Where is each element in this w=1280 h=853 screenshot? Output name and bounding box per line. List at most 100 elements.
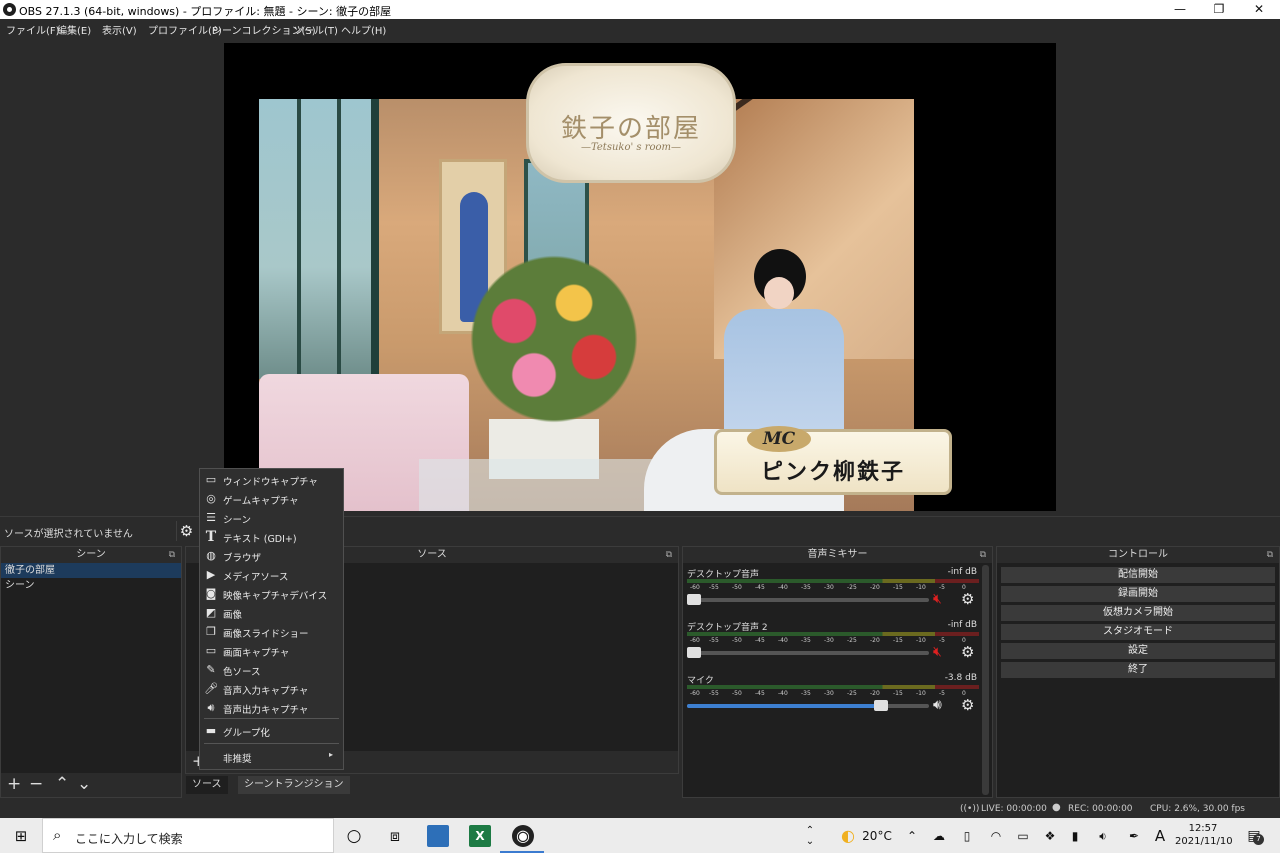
submenu-arrow-icon: ▸ — [328, 750, 333, 759]
battery-icon[interactable]: ▭ — [1014, 825, 1032, 847]
windows-start-icon[interactable]: ⊞ — [10, 825, 32, 847]
no-source-selected-text: ソースが選択されていません — [4, 529, 133, 540]
menu-item-audio-output[interactable]: 🔊︎ 音声出力キャプチャ — [200, 699, 343, 717]
device-icon[interactable]: ▯ — [958, 825, 976, 847]
source-properties-gear-icon[interactable]: ⚙ — [176, 521, 196, 541]
move-up-icon[interactable]: ⌃ — [55, 774, 69, 794]
volume-slider[interactable] — [687, 647, 929, 658]
volume-icon[interactable]: 🔉︎ — [1094, 825, 1112, 847]
undock-icon[interactable]: ⧉ — [169, 547, 175, 563]
notification-center-icon[interactable]: ▤7 — [1241, 825, 1267, 847]
volume-slider-handle[interactable] — [873, 700, 888, 711]
menu-item-game-capture[interactable]: ◎ ゲームキャプチャ — [200, 490, 343, 508]
menu-item-window-capture[interactable]: ▭ ウィンドウキャプチャ — [200, 471, 343, 489]
wifi-icon[interactable]: ◠ — [987, 825, 1005, 847]
meter-tick-label: -30 — [824, 584, 834, 591]
globe-icon: ◍ — [206, 549, 216, 562]
source-toolbar: ソースが選択されていません ⚙ — [0, 516, 1280, 544]
menu-item-group[interactable]: ▬ グループ化 — [200, 722, 343, 740]
restore-button[interactable]: ❐ — [1199, 0, 1239, 19]
show-hidden-icons[interactable]: ⌃ — [905, 825, 919, 847]
status-bar: ((•)) LIVE: 00:00:00 ● REC: 00:00:00 CPU… — [0, 800, 1280, 818]
start-streaming-button[interactable]: 配信開始 — [1001, 567, 1275, 583]
start-virtual-camera-button[interactable]: 仮想カメラ開始 — [1001, 605, 1275, 621]
menu-edit[interactable]: 編集(E) — [57, 22, 91, 37]
volume-slider[interactable] — [687, 594, 929, 605]
volume-slider-fill — [687, 704, 881, 708]
close-button[interactable]: ✕ — [1239, 0, 1279, 19]
remove-scene-icon[interactable]: − — [29, 774, 43, 794]
tab-sources[interactable]: ソース — [186, 776, 228, 794]
clock[interactable]: 12:57 2021/11/10 — [1175, 822, 1233, 848]
speaker-icon: 🔊︎ — [207, 701, 215, 714]
dropbox-icon[interactable]: ❖ — [1041, 825, 1059, 847]
menu-item-deprecated[interactable]: 非推奨 ▸ — [200, 748, 343, 766]
menu-view[interactable]: 表示(V) — [102, 22, 137, 37]
clock-time: 12:57 — [1188, 823, 1218, 834]
menu-item-color-source[interactable]: ✎ 色ソース — [200, 661, 343, 679]
tab-scene-transitions[interactable]: シーントランジション — [238, 776, 350, 794]
studio-mode-button[interactable]: スタジオモード — [1001, 624, 1275, 640]
mixer-scrollbar[interactable] — [982, 565, 989, 795]
microphone-icon: 🎤︎ — [204, 682, 218, 695]
cloud-icon[interactable]: ☁ — [930, 825, 948, 847]
volume-slider-handle[interactable] — [687, 594, 701, 605]
channel-settings-gear-icon[interactable]: ⚙ — [961, 696, 974, 714]
menu-help[interactable]: ヘルプ(H) — [341, 22, 386, 37]
cpu-fps: CPU: 2.6%, 30.00 fps — [1150, 804, 1245, 814]
menu-tools[interactable]: ツール(T) — [294, 22, 338, 37]
exit-button[interactable]: 終了 — [1001, 662, 1275, 678]
muted-speaker-icon[interactable]: 🔇︎ — [933, 644, 942, 660]
undock-icon[interactable]: ⧉ — [666, 547, 672, 563]
muted-speaker-icon[interactable]: 🔇︎ — [933, 591, 942, 607]
menu-item-image-slideshow[interactable]: ❐ 画像スライドショー — [200, 623, 343, 641]
meter-tick-label: -40 — [778, 584, 788, 591]
meter-tick-label: -5 — [939, 690, 945, 697]
camera-icon: ◙ — [205, 587, 217, 600]
scene-item[interactable]: 徹子の部屋 — [1, 563, 181, 578]
meter-tick-label: -55 — [709, 637, 719, 644]
minimize-button[interactable]: — — [1160, 0, 1200, 19]
volume-slider-handle[interactable] — [687, 647, 701, 658]
weather-temperature[interactable]: 20°C — [862, 825, 892, 847]
folder-icon: ▬ — [205, 724, 217, 737]
move-down-icon[interactable]: ⌄ — [77, 774, 91, 794]
menu-file[interactable]: ファイル(F) — [6, 22, 60, 37]
meter-tick-label: -15 — [893, 584, 903, 591]
menu-item-display-capture[interactable]: ▭ 画面キャプチャ — [200, 642, 343, 660]
volume-meter — [687, 632, 979, 636]
photos-app-icon[interactable] — [427, 825, 449, 847]
undock-icon[interactable]: ⧉ — [980, 547, 986, 563]
mixer-channel: デスクトップ音声 -inf dB -60 -55 -50 -45 -40 -35 -30 -25-… — [683, 565, 983, 615]
speaker-icon[interactable]: 🔊︎ — [933, 697, 942, 713]
obs-taskbar-icon[interactable]: ◉ — [512, 825, 534, 847]
cortana-icon[interactable]: ○ — [343, 825, 365, 847]
start-recording-button[interactable]: 録画開始 — [1001, 586, 1275, 602]
settings-button[interactable]: 設定 — [1001, 643, 1275, 659]
pen-icon[interactable]: ✒ — [1125, 825, 1143, 847]
obs-logo-icon — [3, 3, 16, 16]
menu-item-video-capture[interactable]: ◙ 映像キャプチャデバイス — [200, 585, 343, 603]
menu-item-text[interactable]: T テキスト (GDI+) — [200, 528, 343, 546]
volume-slider[interactable] — [687, 700, 929, 711]
task-view-icon[interactable]: ⧈ — [384, 825, 406, 847]
scroll-arrows-icon[interactable]: ⌃ ⌄ — [803, 825, 817, 847]
menu-item-browser[interactable]: ◍ ブラウザ — [200, 547, 343, 565]
channel-settings-gear-icon[interactable]: ⚙ — [961, 590, 974, 608]
add-scene-icon[interactable]: + — [7, 774, 21, 794]
undock-icon[interactable]: ⧉ — [1267, 547, 1273, 563]
ime-indicator[interactable]: A — [1152, 825, 1168, 847]
meter-tick-label: -60 — [690, 637, 700, 644]
scene-item[interactable]: シーン — [1, 578, 181, 593]
preview-canvas[interactable]: 鉄子の部屋 —Tetsuko' s room— MC ピンク柳鉄子 — [224, 43, 1056, 511]
menu-item-image[interactable]: ◩ 画像 — [200, 604, 343, 622]
taskbar-search[interactable]: ⌕ ここに入力して検索 — [42, 818, 334, 853]
microphone-icon[interactable]: ▮ — [1068, 825, 1082, 847]
excel-icon[interactable]: X — [469, 825, 491, 847]
meter-tick-label: -40 — [778, 637, 788, 644]
channel-settings-gear-icon[interactable]: ⚙ — [961, 643, 974, 661]
menu-profile[interactable]: プロファイル(P) — [148, 22, 222, 37]
menu-item-audio-input[interactable]: 🎤︎ 音声入力キャプチャ — [200, 680, 343, 698]
menu-item-media-source[interactable]: ▶ メディアソース — [200, 566, 343, 584]
menu-item-scene[interactable]: ☰ シーン — [200, 509, 343, 527]
